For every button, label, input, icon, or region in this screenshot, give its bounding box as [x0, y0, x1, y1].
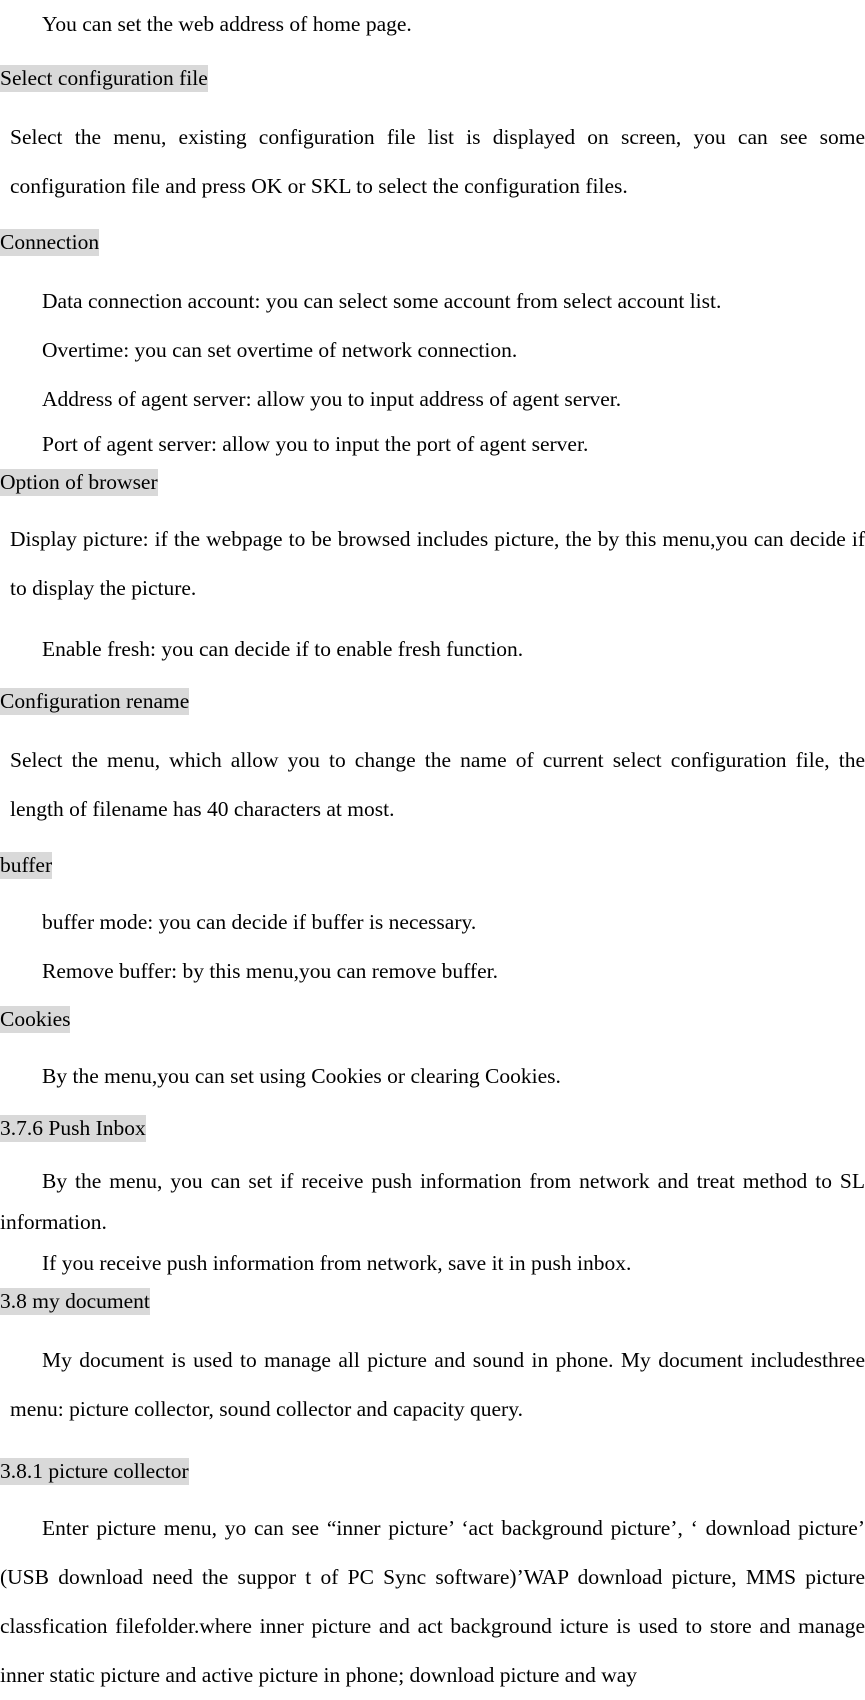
heading-cookies: Cookies	[0, 1002, 865, 1036]
heading-highlight: 3.8.1 picture collector	[0, 1458, 189, 1485]
heading-highlight: Cookies	[0, 1006, 71, 1033]
paragraph-home-page: You can set the web address of home page…	[42, 12, 412, 36]
heading-connection: Connection	[0, 225, 865, 259]
paragraph-push-inbox: By the menu, you can set if receive push…	[0, 1169, 865, 1234]
paragraph-configuration-rename: Select the menu, which allow you to chan…	[10, 748, 865, 821]
heading-buffer: buffer	[0, 848, 865, 882]
heading-configuration-rename: Configuration rename	[0, 684, 865, 718]
heading-select-configuration-file: Select configuration file	[0, 61, 865, 95]
paragraph-select-configuration-file: Select the menu, existing configuration …	[10, 125, 865, 198]
paragraph-push-inbox-save: If you receive push information from net…	[42, 1251, 632, 1275]
heading-highlight: 3.7.6 Push Inbox	[0, 1115, 146, 1142]
paragraph-display-picture: Display picture: if the webpage to be br…	[10, 527, 865, 600]
heading-3-8-1-picture-collector: 3.8.1 picture collector	[0, 1454, 865, 1488]
heading-highlight: Configuration rename	[0, 688, 190, 715]
heading-highlight: Connection	[0, 229, 100, 256]
heading-highlight: Select configuration file	[0, 65, 208, 92]
paragraph-port-of-agent-server: Port of agent server: allow you to input…	[42, 432, 589, 456]
paragraph-my-document: My document is used to manage all pictur…	[10, 1348, 865, 1421]
paragraph-enable-fresh: Enable fresh: you can decide if to enabl…	[42, 637, 524, 661]
heading-3-7-6-push-inbox: 3.7.6 Push Inbox	[0, 1111, 865, 1145]
paragraph-remove-buffer: Remove buffer: by this menu,you can remo…	[42, 959, 498, 983]
paragraph-overtime: Overtime: you can set overtime of networ…	[42, 338, 518, 362]
paragraph-buffer-mode: buffer mode: you can decide if buffer is…	[42, 910, 477, 934]
heading-option-of-browser: Option of browser	[0, 465, 865, 499]
paragraph-picture-collector: Enter picture menu, yo can see “inner pi…	[0, 1516, 865, 1687]
heading-3-8-my-document: 3.8 my document	[0, 1284, 865, 1318]
heading-highlight: 3.8 my document	[0, 1288, 150, 1315]
heading-highlight: Option of browser	[0, 469, 158, 496]
document-page: You can set the web address of home page…	[0, 0, 865, 1687]
paragraph-address-of-agent-server: Address of agent server: allow you to in…	[42, 387, 622, 411]
heading-highlight: buffer	[0, 852, 53, 879]
paragraph-data-connection-account: Data connection account: you can select …	[42, 289, 722, 313]
paragraph-cookies: By the menu,you can set using Cookies or…	[42, 1064, 561, 1088]
